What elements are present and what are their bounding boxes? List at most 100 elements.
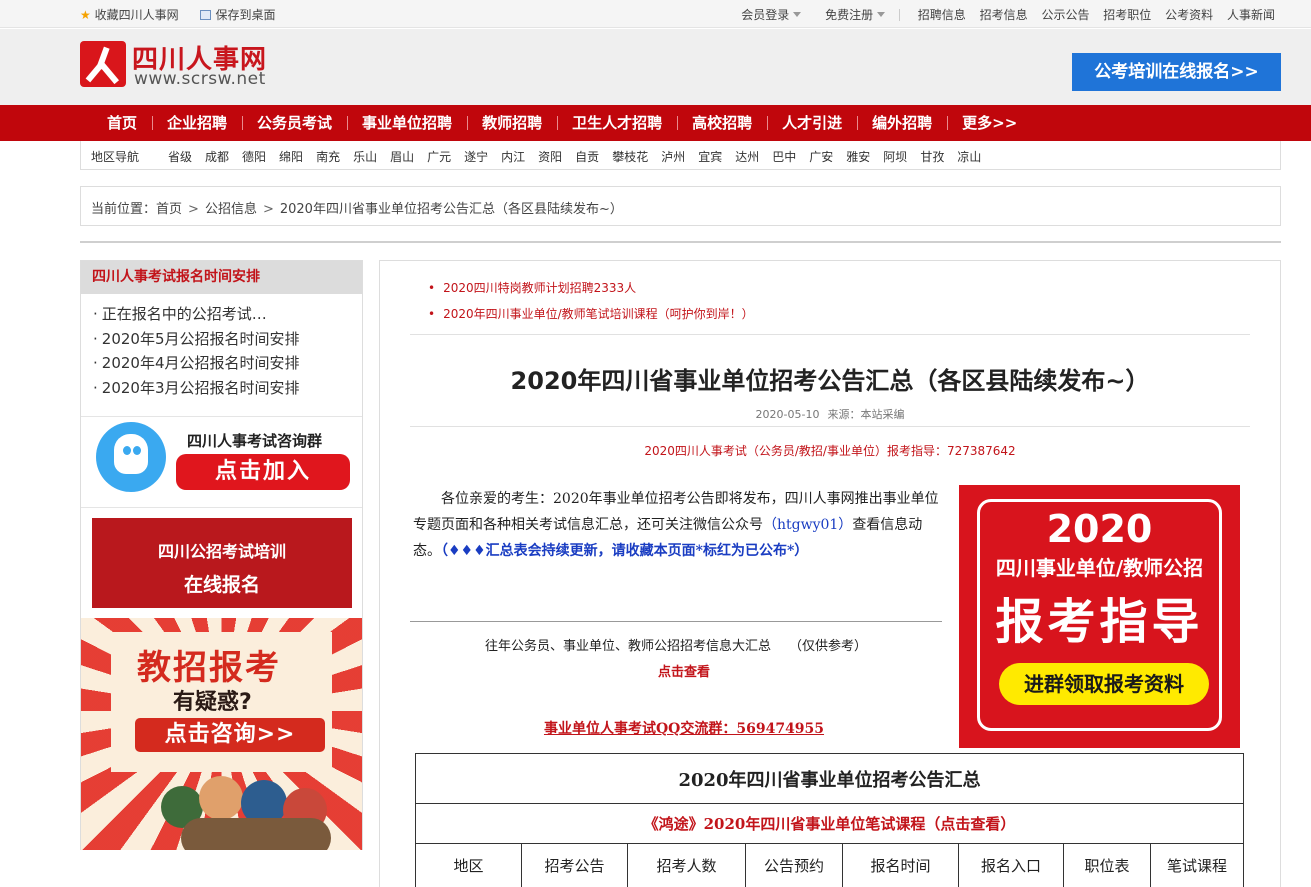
nav-health[interactable]: 卫生人才招聘 [557,105,677,141]
table-title: 2020年四川省事业单位招考公告汇总 [415,753,1244,804]
save-desktop-link[interactable]: 保存到桌面 [200,6,275,23]
nav-contract[interactable]: 编外招聘 [857,105,947,141]
sidebar: 四川人事考试报名时间安排 正在报名中的公招考试… 2020年5月公招报名时间安排… [80,260,363,850]
training-banner-line1: 四川公招考试培训 [157,542,286,561]
divider [410,621,942,622]
region-item[interactable]: 攀枝花 [612,150,648,164]
region-item[interactable]: 广安 [809,150,833,164]
breadcrumb-prefix: 当前位置： [91,202,157,217]
qq-join-button[interactable]: 点击加入 [176,454,350,490]
region-item[interactable]: 泸州 [661,150,685,164]
training-signup-button[interactable]: 公考培训在线报名>> [1072,53,1281,91]
site-logo[interactable]: 四川人事网 www.scrsw.net [80,41,290,95]
region-item[interactable]: 成都 [205,150,229,164]
history-summary: 往年公务员、事业单位、教师公招招考信息大汇总 （仅供参考） [484,639,868,654]
banner-join-button[interactable]: 进群领取报考资料 [999,663,1209,705]
region-list: 省级 成都 德阳 绵阳 南充 乐山 眉山 广元 遂宁 内江 资阳 自贡 攀枝花 泸州 宜宾 达州 巴中 广安 雅安阿… [168,148,994,165]
region-item[interactable]: 自贡 [575,150,599,164]
top-link-materials[interactable]: 公考资料 [1165,8,1213,22]
ad-consult-button[interactable]: 点击咨询>> [135,718,325,752]
nav-talent[interactable]: 人才引进 [767,105,857,141]
top-left-links: ★ 收藏四川人事网 保存到桌面 [80,6,293,23]
region-item[interactable]: 省级 [168,150,192,164]
sidebar-item[interactable]: 正在报名中的公招考试… [93,302,362,327]
breadcrumb-home[interactable]: 首页 [156,202,182,217]
region-item[interactable]: 甘孜 [920,150,944,164]
nav-civil-service[interactable]: 公务员考试 [242,105,347,141]
ad-headline: 教招报考 [137,648,281,688]
region-item[interactable]: 遂宁 [464,150,488,164]
column-header: 报名入口 [958,843,1064,887]
region-item[interactable]: 凉山 [957,150,981,164]
nav-teacher[interactable]: 教师招聘 [467,105,557,141]
main-nav: 首页 企业招聘 公务员考试 事业单位招聘 教师招聘 卫生人才招聘 高校招聘 人才… [0,105,1311,141]
breadcrumb-current: 2020年四川省事业单位招考公告汇总（各区县陆续发布~） [279,202,623,217]
qq-group-label: 四川人事考试咨询群 [187,432,323,450]
exam-guide-banner[interactable]: 2020 四川事业单位/教师公招 报考指导 进群领取报考资料 [959,485,1240,748]
register-dropdown[interactable]: 免费注册 [815,8,886,22]
course-link[interactable]: 《鸿途》2020年四川省事业单位笔试课程（点击查看） [415,803,1244,844]
nav-home[interactable]: 首页 [92,105,152,141]
chevron-down-icon [877,12,886,17]
recruitment-table: 2020年四川省事业单位招考公告汇总 《鸿途》2020年四川省事业单位笔试课程（… [415,753,1244,887]
region-item[interactable]: 雅安 [846,150,870,164]
ad-illustration [151,768,351,850]
sidebar-item[interactable]: 2020年4月公招报名时间安排 [93,351,362,376]
column-header: 职位表 [1063,843,1151,887]
update-note: （♦♦♦汇总表会持续更新，请收藏本页面*标红为已公布*） [441,543,809,559]
login-dropdown[interactable]: 会员登录 [731,8,802,22]
column-header: 公告预约 [745,843,843,887]
wechat-account: （htgwy01） [763,517,853,533]
desktop-icon [200,10,212,20]
top-link-jobs[interactable]: 招聘信息 [918,8,966,22]
nav-university[interactable]: 高校招聘 [677,105,767,141]
breadcrumb-section[interactable]: 公招信息 [205,202,257,217]
table-header-row: 地区 招考公告 招考人数 公告预约 报名时间 报名入口 职位表 笔试课程 [415,843,1244,887]
star-icon: ★ [80,8,91,22]
nav-more[interactable]: 更多>> [947,105,1032,141]
region-item[interactable]: 广元 [427,150,451,164]
sidebar-list: 正在报名中的公招考试… 2020年5月公招报名时间安排 2020年4月公招报名时… [81,294,362,400]
qq-group-banner[interactable]: 四川人事考试咨询群 点击加入 [81,416,362,508]
top-link-notices[interactable]: 公示公告 [1041,8,1089,22]
region-item[interactable]: 眉山 [390,150,414,164]
breadcrumb: 当前位置：首页 > 公招信息 >2020年四川省事业单位招考公告汇总（各区县陆续发布~… [80,186,1281,226]
site-header: 四川人事网 www.scrsw.net 公考培训在线报名>> [0,29,1311,105]
chevron-down-icon [793,12,802,17]
top-link-exams[interactable]: 招考信息 [980,8,1028,22]
article-title: 2020年四川省事业单位招考公告汇总（各区县陆续发布~） [510,367,1150,395]
region-item[interactable]: 阿坝 [883,150,907,164]
region-item[interactable]: 巴中 [772,150,796,164]
region-item[interactable]: 资阳 [538,150,562,164]
top-link-news[interactable]: 人事新闻 [1227,8,1275,22]
region-item[interactable]: 德阳 [242,150,266,164]
region-item[interactable]: 乐山 [353,150,377,164]
training-signup-banner[interactable]: 四川公招考试培训 在线报名 [92,518,352,608]
hot-link[interactable]: 2020四川特岗教师计划招聘2333人 [428,275,754,301]
region-item[interactable]: 绵阳 [279,150,303,164]
region-item[interactable]: 宜宾 [698,150,722,164]
nav-enterprise[interactable]: 企业招聘 [152,105,242,141]
history-view-link[interactable]: 点击查看 [410,661,958,680]
top-link-positions[interactable]: 招考职位 [1103,8,1151,22]
breadcrumb-separator-icon: > [262,202,274,217]
section-divider [80,241,1281,243]
breadcrumb-separator-icon: > [188,202,199,217]
region-item[interactable]: 内江 [501,150,525,164]
region-item[interactable]: 达州 [735,150,759,164]
sidebar-item[interactable]: 2020年5月公招报名时间安排 [93,327,362,352]
nav-public-institution[interactable]: 事业单位招聘 [347,105,467,141]
teacher-consult-ad[interactable]: 教招报考 有疑惑? 点击咨询>> [81,618,362,850]
qq-group-link[interactable]: 事业单位人事考试QQ交流群：569474955 [410,718,958,738]
column-header: 笔试课程 [1150,843,1244,887]
logo-mark-icon [80,41,126,87]
column-header: 地区 [415,843,522,887]
column-header: 招考公告 [521,843,628,887]
sidebar-item[interactable]: 2020年3月公招报名时间安排 [93,376,362,401]
region-item[interactable]: 南充 [316,150,340,164]
column-header: 招考人数 [627,843,746,887]
logo-url: www.scrsw.net [134,69,266,89]
guide-link[interactable]: 2020四川人事考试（公务员/教招/事业单位）报考指导：727387642 [380,442,1280,459]
hot-link[interactable]: 2020年四川事业单位/教师笔试培训课程（呵护你到岸！） [428,301,754,327]
favorite-link[interactable]: ★ 收藏四川人事网 [80,6,179,23]
